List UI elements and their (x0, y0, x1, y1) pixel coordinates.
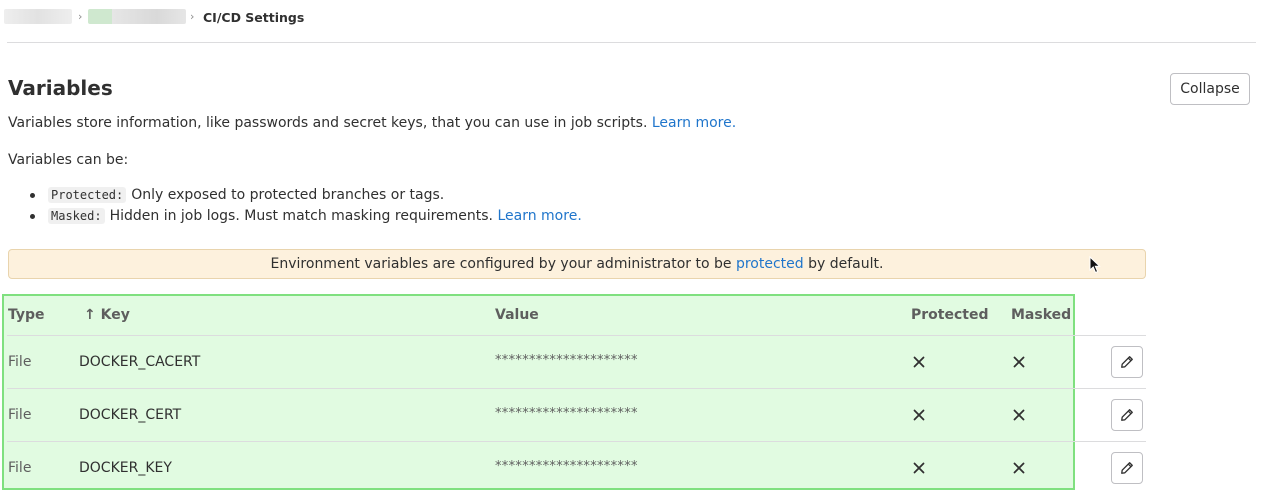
close-icon (913, 409, 925, 421)
learn-more-link[interactable]: Learn more. (652, 115, 736, 131)
column-header-type[interactable]: Type (8, 307, 45, 323)
cell-value: ********************* (495, 406, 638, 421)
alert-text-before: Environment variables are configured by … (270, 256, 732, 272)
variables-can-be-label: Variables can be: (8, 152, 129, 168)
close-icon (913, 462, 925, 474)
list-item-protected: Protected: Only exposed to protected bra… (30, 187, 444, 203)
row-divider (7, 441, 1146, 442)
column-header-value: Value (495, 307, 539, 323)
bullet-text: Only exposed to protected branches or ta… (131, 187, 445, 203)
cell-value: ********************* (495, 459, 638, 474)
cell-key: DOCKER_CERT (79, 407, 182, 423)
column-header-masked: Masked (1011, 307, 1072, 323)
breadcrumb-item-project[interactable] (88, 9, 186, 24)
column-header-key[interactable]: ↑ Key (84, 307, 130, 323)
breadcrumb: › › CI/CD Settings (0, 0, 1263, 38)
bullet-icon (30, 192, 35, 198)
masking-learn-more-link[interactable]: Learn more. (497, 208, 581, 224)
column-header-protected: Protected (911, 307, 989, 323)
breadcrumb-item-group[interactable] (4, 9, 72, 24)
row-divider (7, 388, 1146, 389)
breadcrumb-separator: › (190, 10, 195, 23)
collapse-button[interactable]: Collapse (1170, 73, 1250, 105)
section-title: Variables (8, 76, 113, 100)
close-icon (913, 356, 925, 368)
close-icon (1013, 462, 1025, 474)
breadcrumb-current: CI/CD Settings (203, 10, 305, 25)
info-alert: Environment variables are configured by … (8, 249, 1146, 279)
pencil-icon (1121, 356, 1133, 368)
cell-type: File (8, 354, 32, 370)
alert-text-after: by default. (808, 256, 884, 272)
pencil-icon (1121, 409, 1133, 421)
bullet-text: Hidden in job logs. Must match masking r… (109, 208, 494, 224)
code-masked: Masked: (48, 208, 105, 224)
code-protected: Protected: (48, 187, 127, 203)
edit-variable-button[interactable] (1111, 346, 1143, 378)
breadcrumb-separator: › (78, 10, 83, 23)
close-icon (1013, 409, 1025, 421)
mouse-cursor-icon (1089, 256, 1101, 274)
protected-link[interactable]: protected (736, 256, 804, 272)
cell-type: File (8, 407, 32, 423)
cell-key: DOCKER_KEY (79, 460, 172, 476)
edit-variable-button[interactable] (1111, 452, 1143, 484)
section-description: Variables store information, like passwo… (8, 115, 736, 131)
edit-variable-button[interactable] (1111, 399, 1143, 431)
cell-value: ********************* (495, 353, 638, 368)
bullet-icon (30, 213, 35, 219)
cell-key: DOCKER_CACERT (79, 354, 201, 370)
close-icon (1013, 356, 1025, 368)
cell-type: File (8, 460, 32, 476)
row-divider (7, 335, 1146, 336)
pencil-icon (1121, 462, 1133, 474)
list-item-masked: Masked: Hidden in job logs. Must match m… (30, 208, 582, 224)
divider (7, 42, 1256, 43)
description-text: Variables store information, like passwo… (8, 115, 648, 131)
